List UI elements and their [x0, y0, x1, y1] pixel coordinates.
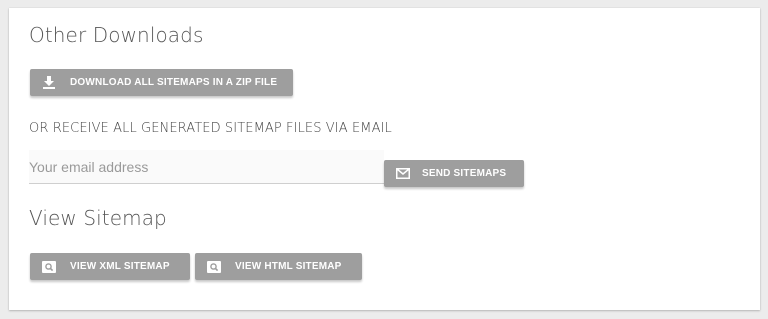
email-field-container [29, 150, 384, 184]
download-zip-label: DOWNLOAD ALL SITEMAPS IN A ZIP FILE [70, 77, 278, 88]
email-prompt-text: OR RECEIVE ALL GENERATED SITEMAP FILES V… [29, 121, 392, 136]
view-sitemap-heading: View Sitemap [29, 206, 167, 230]
send-sitemaps-button[interactable]: SEND SITEMAPS [384, 160, 524, 187]
view-html-label: VIEW HTML SITEMAP [235, 261, 342, 272]
email-field[interactable] [29, 150, 384, 183]
mail-icon [396, 167, 410, 181]
view-xml-sitemap-button[interactable]: VIEW XML SITEMAP [30, 253, 190, 280]
download-zip-button[interactable]: DOWNLOAD ALL SITEMAPS IN A ZIP FILE [30, 69, 293, 96]
send-sitemaps-label: SEND SITEMAPS [422, 168, 507, 179]
view-xml-label: VIEW XML SITEMAP [70, 261, 170, 272]
search-icon [42, 260, 56, 274]
other-downloads-heading: Other Downloads [29, 23, 204, 47]
download-icon [42, 76, 56, 90]
downloads-card: Other Downloads DOWNLOAD ALL SITEMAPS IN… [9, 8, 760, 310]
search-icon [207, 260, 221, 274]
view-html-sitemap-button[interactable]: VIEW HTML SITEMAP [195, 253, 362, 280]
